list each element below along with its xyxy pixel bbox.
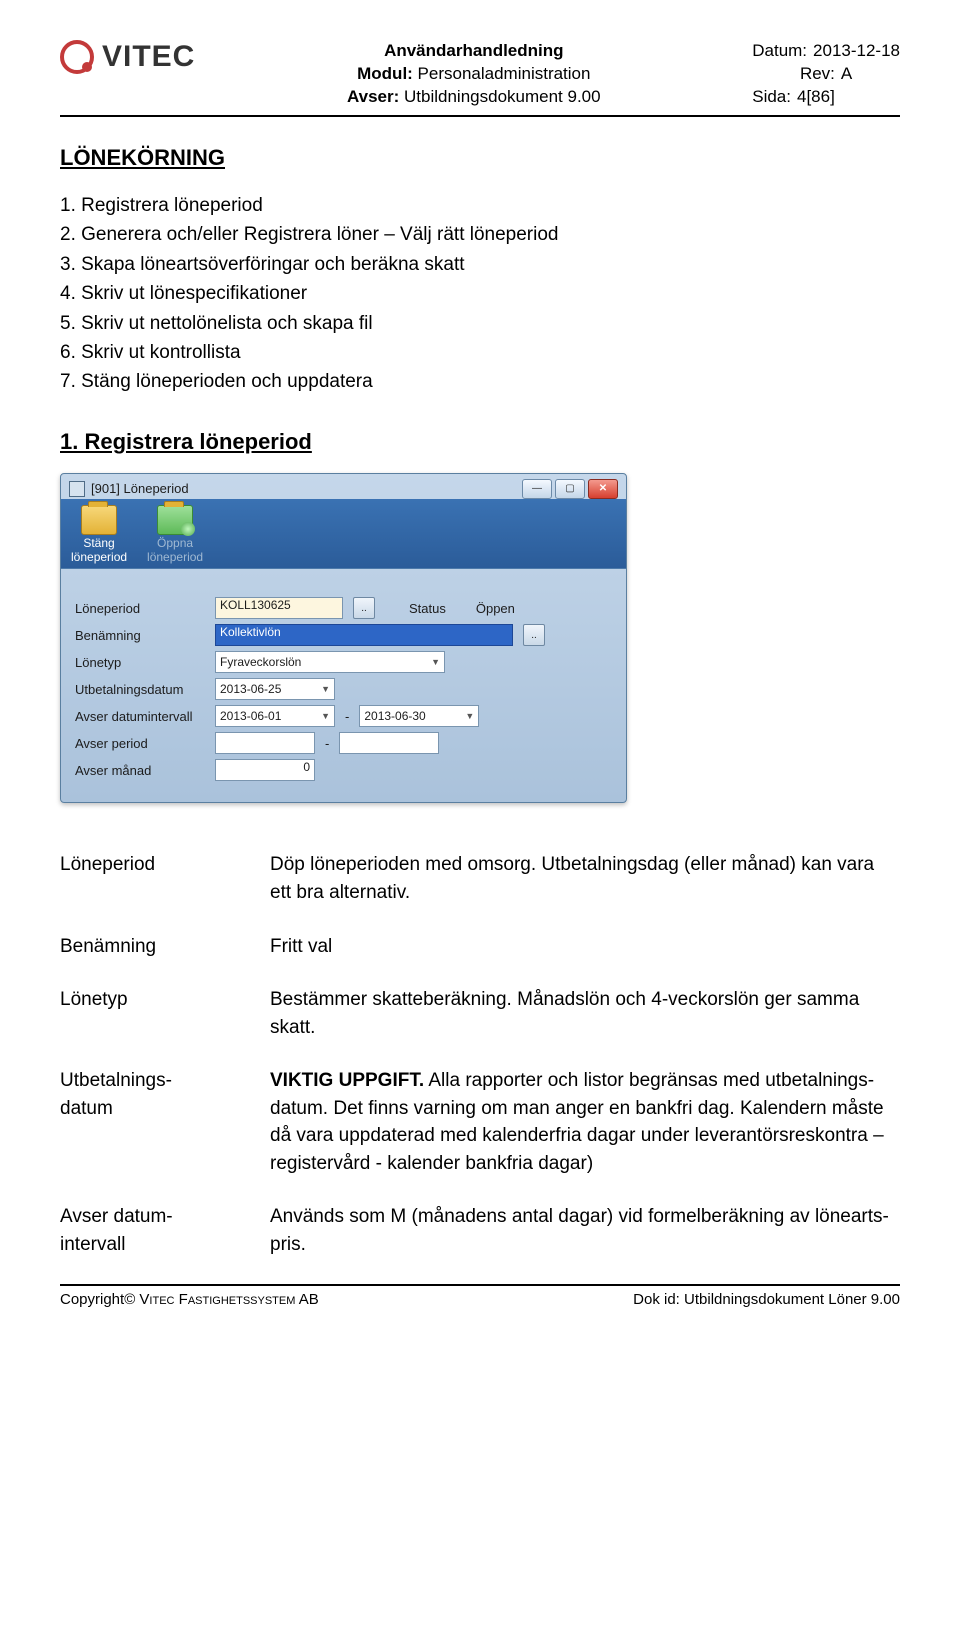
vitec-logo: VITEC <box>60 40 195 74</box>
def-desc: Döp löneperioden med omsorg. Utbetalning… <box>270 851 900 906</box>
folder-open-icon <box>157 505 193 535</box>
footer-right: Dok id: Utbildningsdokument Löner 9.00 <box>633 1291 900 1308</box>
list-item: 7. Stäng löneperioden och uppdatera <box>60 367 900 396</box>
def-term: Benämning <box>60 933 230 961</box>
def-desc: VIKTIG UPPGIFT. Alla rapporter och listo… <box>270 1067 900 1177</box>
window-maximize-button[interactable]: ▢ <box>555 479 585 499</box>
close-period-button[interactable]: Stänglöneperiod <box>71 505 127 565</box>
label-status: Status <box>409 601 446 616</box>
definition-table: Löneperiod Döp löneperioden med omsorg. … <box>60 851 900 1258</box>
folder-close-icon <box>81 505 117 535</box>
def-desc: Används som M (månadens antal dagar) vid… <box>270 1203 900 1258</box>
toolbar: Stänglöneperiod Öppnalöneperiod <box>61 499 626 570</box>
list-item: 2. Generera och/eller Registrera löner –… <box>60 220 900 249</box>
window-titlebar: [901] Löneperiod — ▢ ✕ <box>61 474 626 499</box>
footer: Copyright© Vitec Fastighetssystem AB Dok… <box>60 1284 900 1308</box>
chevron-down-icon: ▼ <box>465 711 474 721</box>
period-from-input[interactable] <box>215 732 315 754</box>
window-minimize-button[interactable]: — <box>522 479 552 499</box>
lookup-button[interactable]: .. <box>523 624 545 646</box>
list-item: 5. Skriv ut nettolönelista och skapa fil <box>60 309 900 338</box>
interval-from-input[interactable]: 2013-06-01 ▼ <box>215 705 335 727</box>
avser-manad-input[interactable]: 0 <box>215 759 315 781</box>
list-item: 1. Registrera löneperiod <box>60 191 900 220</box>
list-item: 6. Skriv ut kontrollista <box>60 338 900 367</box>
period-separator: - <box>325 736 329 751</box>
def-term: Löneperiod <box>60 851 230 906</box>
footer-left: Copyright© Vitec Fastighetssystem AB <box>60 1291 319 1308</box>
utbetdatum-input[interactable]: 2013-06-25 ▼ <box>215 678 335 700</box>
period-to-input[interactable] <box>339 732 439 754</box>
loneperiod-input[interactable]: KOLL130625 <box>215 597 343 619</box>
section-title: LÖNEKÖRNING <box>60 145 900 171</box>
label-lonetyp: Lönetyp <box>75 655 205 670</box>
label-utbetdatum: Utbetalningsdatum <box>75 682 205 697</box>
logo-text: VITEC <box>102 40 195 74</box>
lonetyp-select[interactable]: Fyraveckorslön ▼ <box>215 651 445 673</box>
label-benamning: Benämning <box>75 628 205 643</box>
steps-list: 1. Registrera löneperiod 2. Generera och… <box>60 191 900 397</box>
def-term: Lönetyp <box>60 986 230 1041</box>
doc-title: Användarhandledning <box>223 40 724 63</box>
interval-to-input[interactable]: 2013-06-30 ▼ <box>359 705 479 727</box>
status-value: Öppen <box>476 601 515 616</box>
chevron-down-icon: ▼ <box>321 711 330 721</box>
label-avser-interval: Avser datumintervall <box>75 709 205 724</box>
def-term: Avser datum- intervall <box>60 1203 230 1258</box>
open-period-button[interactable]: Öppnalöneperiod <box>147 505 203 565</box>
doc-header: VITEC Användarhandledning Modul: Persona… <box>60 40 900 117</box>
lookup-button[interactable]: .. <box>353 597 375 619</box>
header-meta: Datum:2013-12-18 Rev:A Sida:4[86] <box>752 40 900 109</box>
label-avser-manad: Avser månad <box>75 763 205 778</box>
def-desc: Bestämmer skatteberäkning. Månadslön och… <box>270 986 900 1041</box>
def-desc: Fritt val <box>270 933 900 961</box>
logo-mark-icon <box>60 40 94 74</box>
header-center: Användarhandledning Modul: Personaladmin… <box>223 40 724 109</box>
form: Löneperiod KOLL130625 .. Status Öppen Be… <box>61 569 626 802</box>
sub-section-title: 1. Registrera löneperiod <box>60 429 900 455</box>
chevron-down-icon: ▼ <box>321 684 330 694</box>
app-window: [901] Löneperiod — ▢ ✕ Stänglöneperiod Ö… <box>60 473 627 804</box>
label-avser-period: Avser period <box>75 736 205 751</box>
window-close-button[interactable]: ✕ <box>588 479 618 499</box>
window-icon <box>69 481 85 497</box>
def-term: Utbetalnings- datum <box>60 1067 230 1177</box>
list-item: 4. Skriv ut lönespecifikationer <box>60 279 900 308</box>
label-loneperiod: Löneperiod <box>75 601 205 616</box>
chevron-down-icon: ▼ <box>431 657 440 667</box>
list-item: 3. Skapa löneartsöverföringar och beräkn… <box>60 250 900 279</box>
interval-separator: - <box>345 709 349 724</box>
window-title: [901] Löneperiod <box>91 481 189 496</box>
benamning-input[interactable]: Kollektivlön <box>215 624 513 646</box>
